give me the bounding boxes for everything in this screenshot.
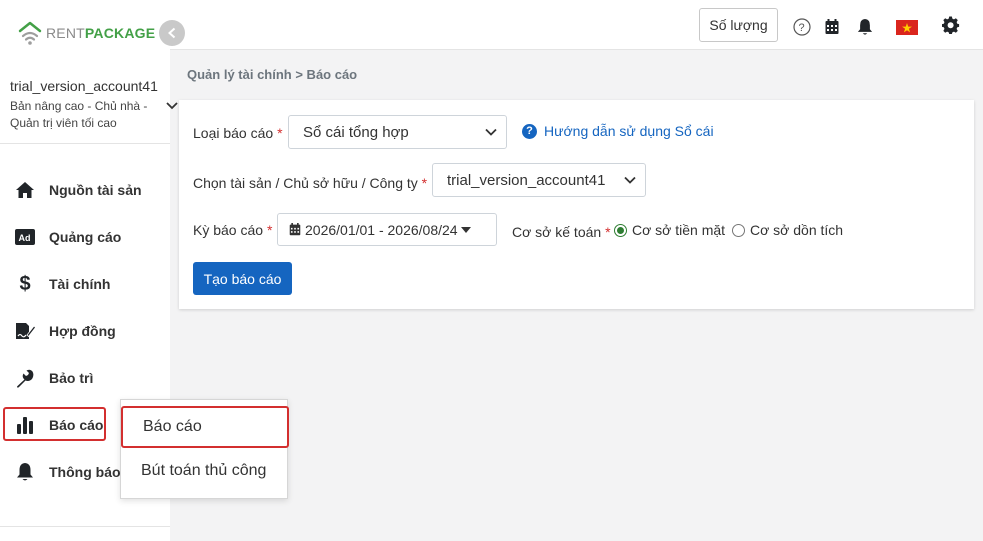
period-value: 2026/01/01 - 2026/08/24 [305, 221, 458, 238]
ledger-guide-link[interactable]: ? Hướng dẫn sử dụng Sổ cái [522, 123, 714, 139]
ad-icon: Ad [14, 226, 36, 248]
logo-text-package: PACKAGE [84, 25, 156, 41]
chevron-left-icon [168, 27, 176, 39]
divider [0, 526, 170, 527]
asset-label-text: Chọn tài sản / Chủ sở hữu / Công ty [193, 175, 418, 191]
period-label-text: Kỳ báo cáo [193, 222, 264, 238]
calendar-icon[interactable] [822, 17, 842, 37]
asset-value: trial_version_account41 [447, 171, 606, 189]
gear-icon[interactable] [941, 15, 961, 35]
chevron-down-icon [485, 128, 497, 136]
logo-text: RENTPACKAGE [46, 25, 155, 41]
report-type-label-text: Loại báo cáo [193, 125, 274, 141]
caret-down-icon [460, 226, 471, 233]
cash-basis-radio[interactable]: Cơ sở tiền mặt [614, 222, 725, 238]
chevron-down-icon [624, 176, 636, 184]
account-role: Bản nâng cao - Chủ nhà - Quản trị viên t… [10, 99, 148, 130]
active-item-highlight [3, 407, 106, 441]
sidebar-item-label: Hợp đồng [49, 323, 116, 339]
sidebar-item-maintenance[interactable]: Bảo trì [0, 358, 170, 398]
bell-icon [14, 461, 36, 483]
submenu-item-manual-journal[interactable]: Bút toán thủ công [121, 450, 289, 492]
sidebar-item-contracts[interactable]: Hợp đồng [0, 311, 170, 351]
sidebar-item-label: Quảng cáo [49, 229, 122, 245]
radio-unselected-icon [732, 223, 745, 237]
reports-submenu: Báo cáo Bút toán thủ công [120, 399, 289, 499]
breadcrumb: Quản lý tài chính > Báo cáo [187, 67, 358, 82]
contract-icon [14, 320, 36, 342]
report-type-value: Sổ cái tổng hợp [303, 123, 409, 141]
account-name: trial_version_account41 [10, 78, 158, 94]
required-mark: * [266, 222, 273, 238]
sidebar-item-label: Thông báo [49, 464, 121, 480]
svg-text:Ad: Ad [19, 233, 31, 243]
logo[interactable]: RENTPACKAGE [18, 18, 155, 48]
top-bar: Số lượng ? [170, 0, 983, 50]
report-type-label: Loại báo cáo * [193, 125, 283, 141]
sidebar-item-assets[interactable]: Nguồn tài sản [0, 170, 170, 210]
sidebar-item-ads[interactable]: Ad Quảng cáo [0, 217, 170, 257]
cash-basis-label: Cơ sở tiền mặt [632, 222, 726, 238]
submenu-item-reports[interactable]: Báo cáo [121, 406, 289, 448]
logo-text-rent: RENT [46, 25, 85, 41]
create-report-button[interactable]: Tạo báo cáo [193, 262, 292, 295]
help-icon[interactable]: ? [792, 17, 812, 37]
quantity-button[interactable]: Số lượng [699, 8, 778, 42]
dollar-icon: $ [19, 272, 31, 295]
required-mark: * [605, 224, 611, 240]
accounting-basis-label: Cơ sở kế toán * [512, 224, 611, 240]
sidebar-item-label: Tài chính [49, 276, 111, 292]
collapse-sidebar-button[interactable] [159, 20, 185, 46]
report-type-select[interactable]: Sổ cái tổng hợp [288, 115, 507, 149]
sidebar-item-label: Nguồn tài sản [49, 182, 142, 198]
radio-selected-icon [614, 223, 627, 237]
sidebar-item-label: Bảo trì [49, 370, 94, 386]
asset-label: Chọn tài sản / Chủ sở hữu / Công ty * [193, 175, 427, 191]
required-mark: * [277, 125, 283, 141]
required-mark: * [421, 175, 428, 191]
home-icon [14, 179, 36, 201]
divider [0, 143, 170, 144]
question-icon: ? [522, 123, 537, 139]
vietnam-flag-icon[interactable] [896, 17, 918, 37]
calendar-icon [289, 223, 301, 236]
period-date-range-picker[interactable]: 2026/01/01 - 2026/08/24 [277, 213, 497, 246]
svg-text:?: ? [799, 22, 805, 34]
notification-bell-icon[interactable] [855, 17, 875, 37]
asset-select[interactable]: trial_version_account41 [432, 163, 646, 197]
chevron-down-icon[interactable] [166, 98, 178, 113]
period-label: Kỳ báo cáo * [193, 222, 272, 238]
wrench-icon [14, 367, 36, 389]
accounting-basis-label-text: Cơ sở kế toán [512, 224, 602, 240]
ledger-guide-link-text: Hướng dẫn sử dụng Sổ cái [544, 123, 714, 139]
accrual-basis-label: Cơ sở dồn tích [750, 222, 844, 238]
accrual-basis-radio[interactable]: Cơ sở dồn tích [732, 222, 843, 238]
wifi-house-icon [18, 21, 42, 45]
sidebar-item-finance[interactable]: $ Tài chính [0, 264, 170, 304]
account-switcher[interactable]: trial_version_account41 Bản nâng cao - C… [10, 78, 168, 132]
